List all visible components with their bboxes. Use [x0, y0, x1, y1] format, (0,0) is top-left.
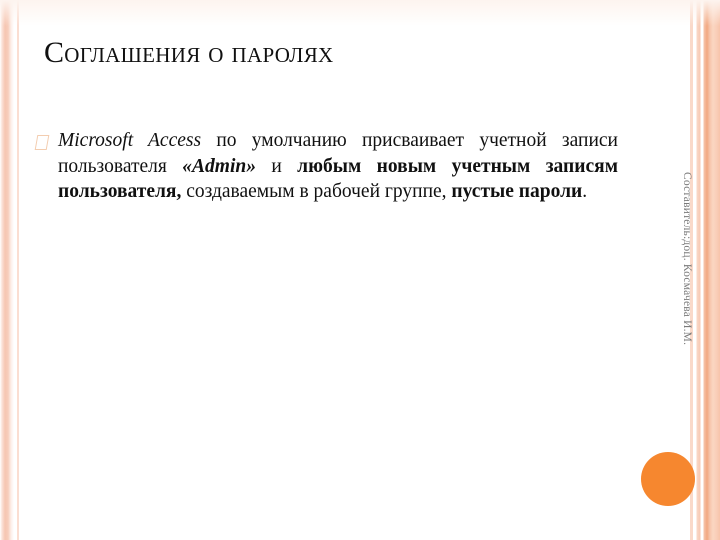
top-gradient-wash: [0, 0, 720, 26]
left-border-stripe: [0, 0, 14, 540]
bullet-text-segment-admin-account: «Admin»: [182, 155, 256, 177]
bullet-text-segment-emphasis-blank-passwords: пустые пароли: [451, 181, 583, 202]
bullet-list-item: Microsoft Access по умолчанию присваивае…: [34, 128, 618, 205]
bullet-text-segment-8: .: [582, 181, 588, 202]
bullet-text-segment-6: создаваемым в рабочей группе,: [181, 181, 452, 202]
bullet-paragraph: Microsoft Access по умолчанию присваивае…: [58, 128, 618, 205]
bullet-text-segment-4: и: [255, 155, 298, 177]
bullet-text-segment-product-name: Microsoft Access: [58, 130, 202, 151]
author-credit-vertical: Составитель:доц. Космачева И.М.: [681, 172, 693, 346]
orange-circle-decoration-icon: [641, 452, 695, 506]
presentation-slide: Соглашения о паролях Microsoft Access по…: [0, 0, 720, 540]
hollow-parallelogram-bullet-icon: [34, 135, 50, 150]
slide-title: Соглашения о паролях: [44, 36, 334, 69]
left-border-hairline: [17, 0, 19, 540]
slide-body: Microsoft Access по умолчанию присваивае…: [34, 128, 618, 205]
right-border-stripe: [694, 0, 720, 540]
